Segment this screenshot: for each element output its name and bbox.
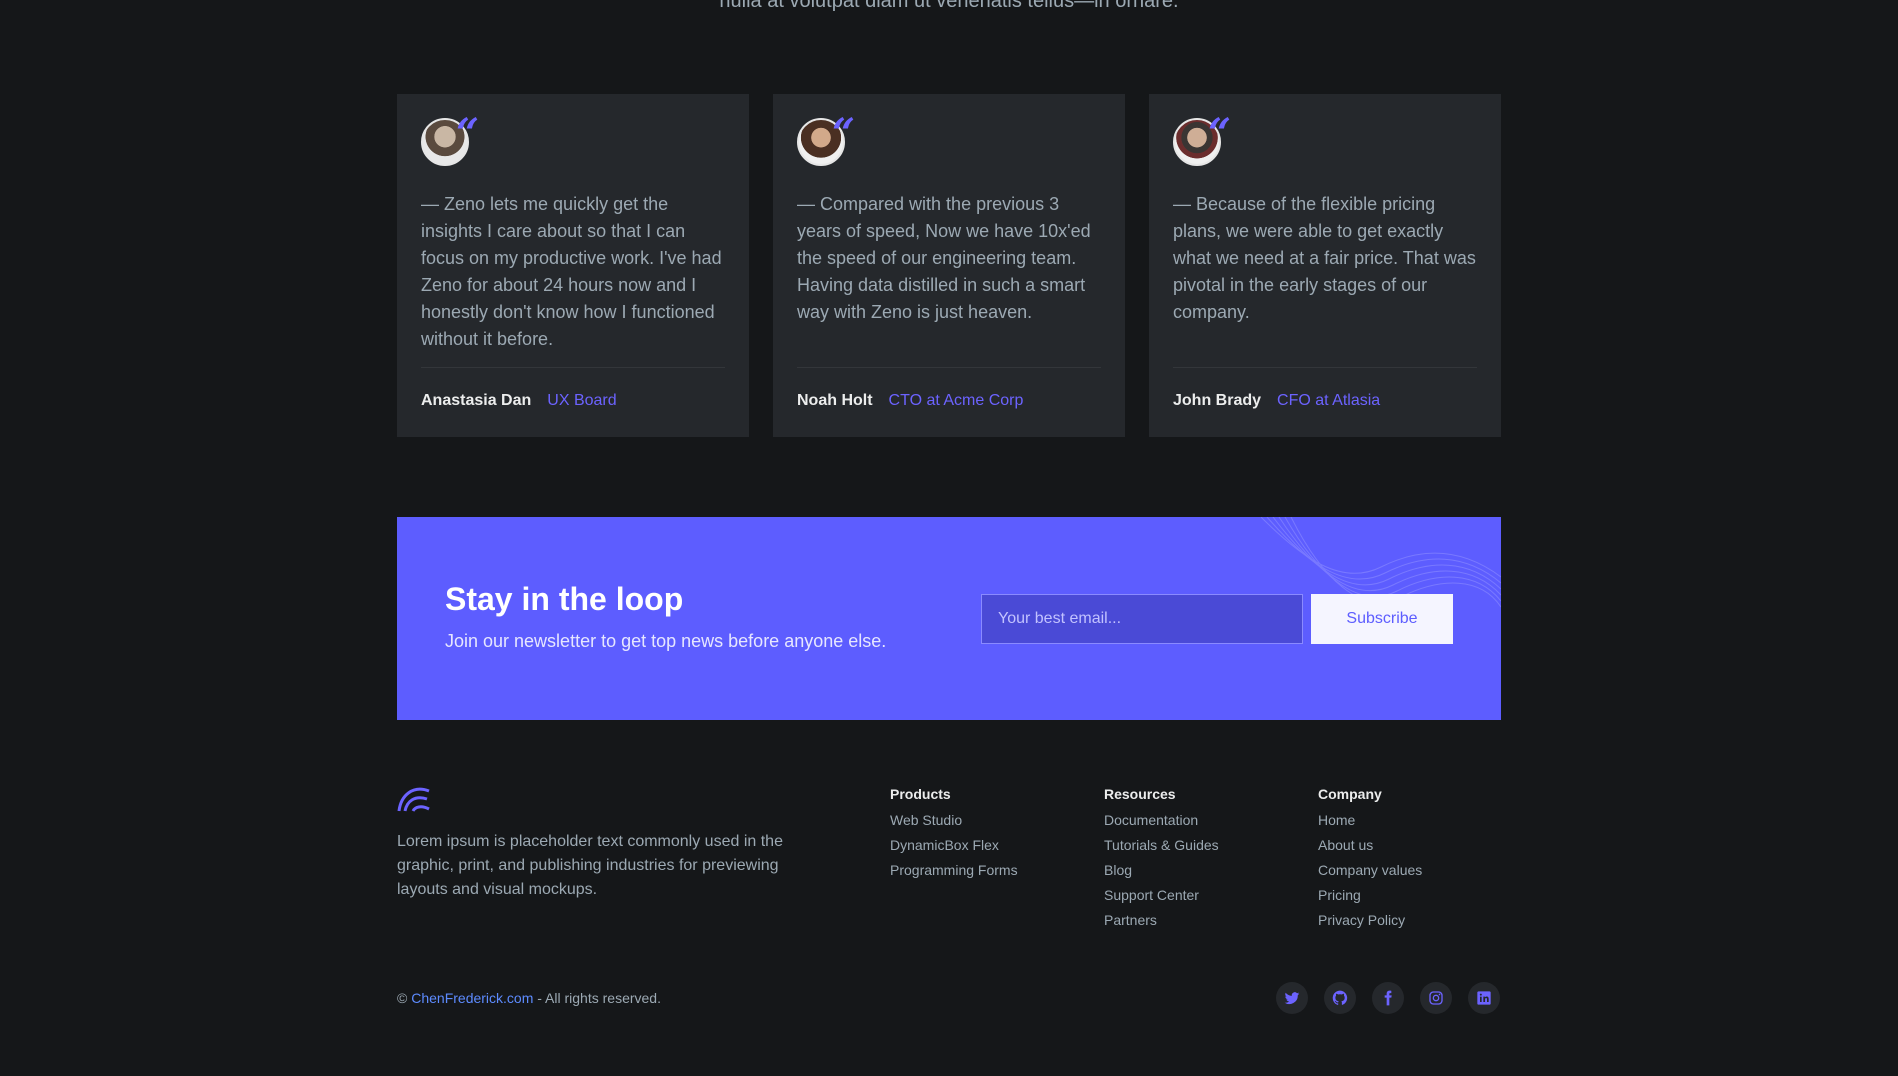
footer-link[interactable]: Partners <box>1104 908 1219 933</box>
testimonial-role-link[interactable]: CFO at Atlasia <box>1277 392 1380 410</box>
footer-column-title: Resources <box>1104 786 1176 802</box>
facebook-icon[interactable] <box>1372 982 1404 1014</box>
linkedin-icon[interactable] <box>1468 982 1500 1014</box>
footer-link[interactable]: Tutorials & Guides <box>1104 833 1219 858</box>
newsletter-subtitle: Join our newsletter to get top news befo… <box>445 631 887 651</box>
testimonial-role-link[interactable]: UX Board <box>547 392 616 410</box>
quote-icon: “ <box>456 110 480 157</box>
testimonial-author: Anastasia Dan <box>421 392 532 409</box>
footer-link[interactable]: Support Center <box>1104 883 1219 908</box>
twitter-icon[interactable] <box>1276 982 1308 1014</box>
copyright-link[interactable]: ChenFrederick.com <box>411 990 533 1006</box>
footer-link[interactable]: Documentation <box>1104 808 1219 833</box>
testimonial-quote: — Zeno lets me quickly get the insights … <box>421 194 722 349</box>
footer-column-title: Company <box>1318 786 1382 802</box>
social-links <box>1276 982 1500 1014</box>
footer-link[interactable]: Pricing <box>1318 883 1422 908</box>
footer-link[interactable]: Home <box>1318 808 1422 833</box>
newsletter-title: Stay in the loop <box>445 581 684 617</box>
quote-icon: “ <box>832 110 856 157</box>
footer-link[interactable]: DynamicBox Flex <box>890 833 1018 858</box>
testimonial-quote: — Because of the flexible pricing plans,… <box>1173 194 1476 322</box>
footer-column-title: Products <box>890 786 951 802</box>
testimonial-card: “ — Because of the flexible pricing plan… <box>1149 94 1501 437</box>
copyright: © ChenFrederick.com - All rights reserve… <box>397 990 661 1006</box>
footer-link[interactable]: Programming Forms <box>890 858 1018 883</box>
copyright-text: - All rights reserved. <box>537 990 661 1006</box>
quote-icon: “ <box>1208 110 1232 157</box>
footer-link[interactable]: Web Studio <box>890 808 1018 833</box>
testimonials-section: “ — Zeno lets me quickly get the insight… <box>397 94 1501 437</box>
github-icon[interactable] <box>1324 982 1356 1014</box>
footer-link[interactable]: Blog <box>1104 858 1219 883</box>
footer-column-company: Company Home About us Company values Pri… <box>1318 786 1422 933</box>
logo-icon[interactable] <box>397 783 431 813</box>
footer-link[interactable]: About us <box>1318 833 1422 858</box>
instagram-icon[interactable] <box>1420 982 1452 1014</box>
testimonial-author: Noah Holt <box>797 392 873 409</box>
footer-column-products: Products Web Studio DynamicBox Flex Prog… <box>890 786 1018 883</box>
testimonial-card: “ — Compared with the previous 3 years o… <box>773 94 1125 437</box>
testimonial-card: “ — Zeno lets me quickly get the insight… <box>397 94 749 437</box>
footer-description: Lorem ipsum is placeholder text commonly… <box>397 833 783 898</box>
testimonial-quote: — Compared with the previous 3 years of … <box>797 194 1091 322</box>
footer-column-resources: Resources Documentation Tutorials & Guid… <box>1104 786 1219 933</box>
testimonial-author: John Brady <box>1173 392 1262 409</box>
footer-link[interactable]: Company values <box>1318 858 1422 883</box>
newsletter-banner: Stay in the loop Join our newsletter to … <box>397 517 1501 720</box>
footer-link[interactable]: Privacy Policy <box>1318 908 1422 933</box>
testimonial-role-link[interactable]: CTO at Acme Corp <box>889 392 1024 410</box>
subscribe-button[interactable]: Subscribe <box>1311 594 1453 644</box>
intro-text: nulla at volutpat diam ut venenatis tell… <box>719 0 1179 12</box>
copyright-symbol: © <box>397 990 408 1006</box>
email-field[interactable]: Your best email... <box>981 594 1303 644</box>
